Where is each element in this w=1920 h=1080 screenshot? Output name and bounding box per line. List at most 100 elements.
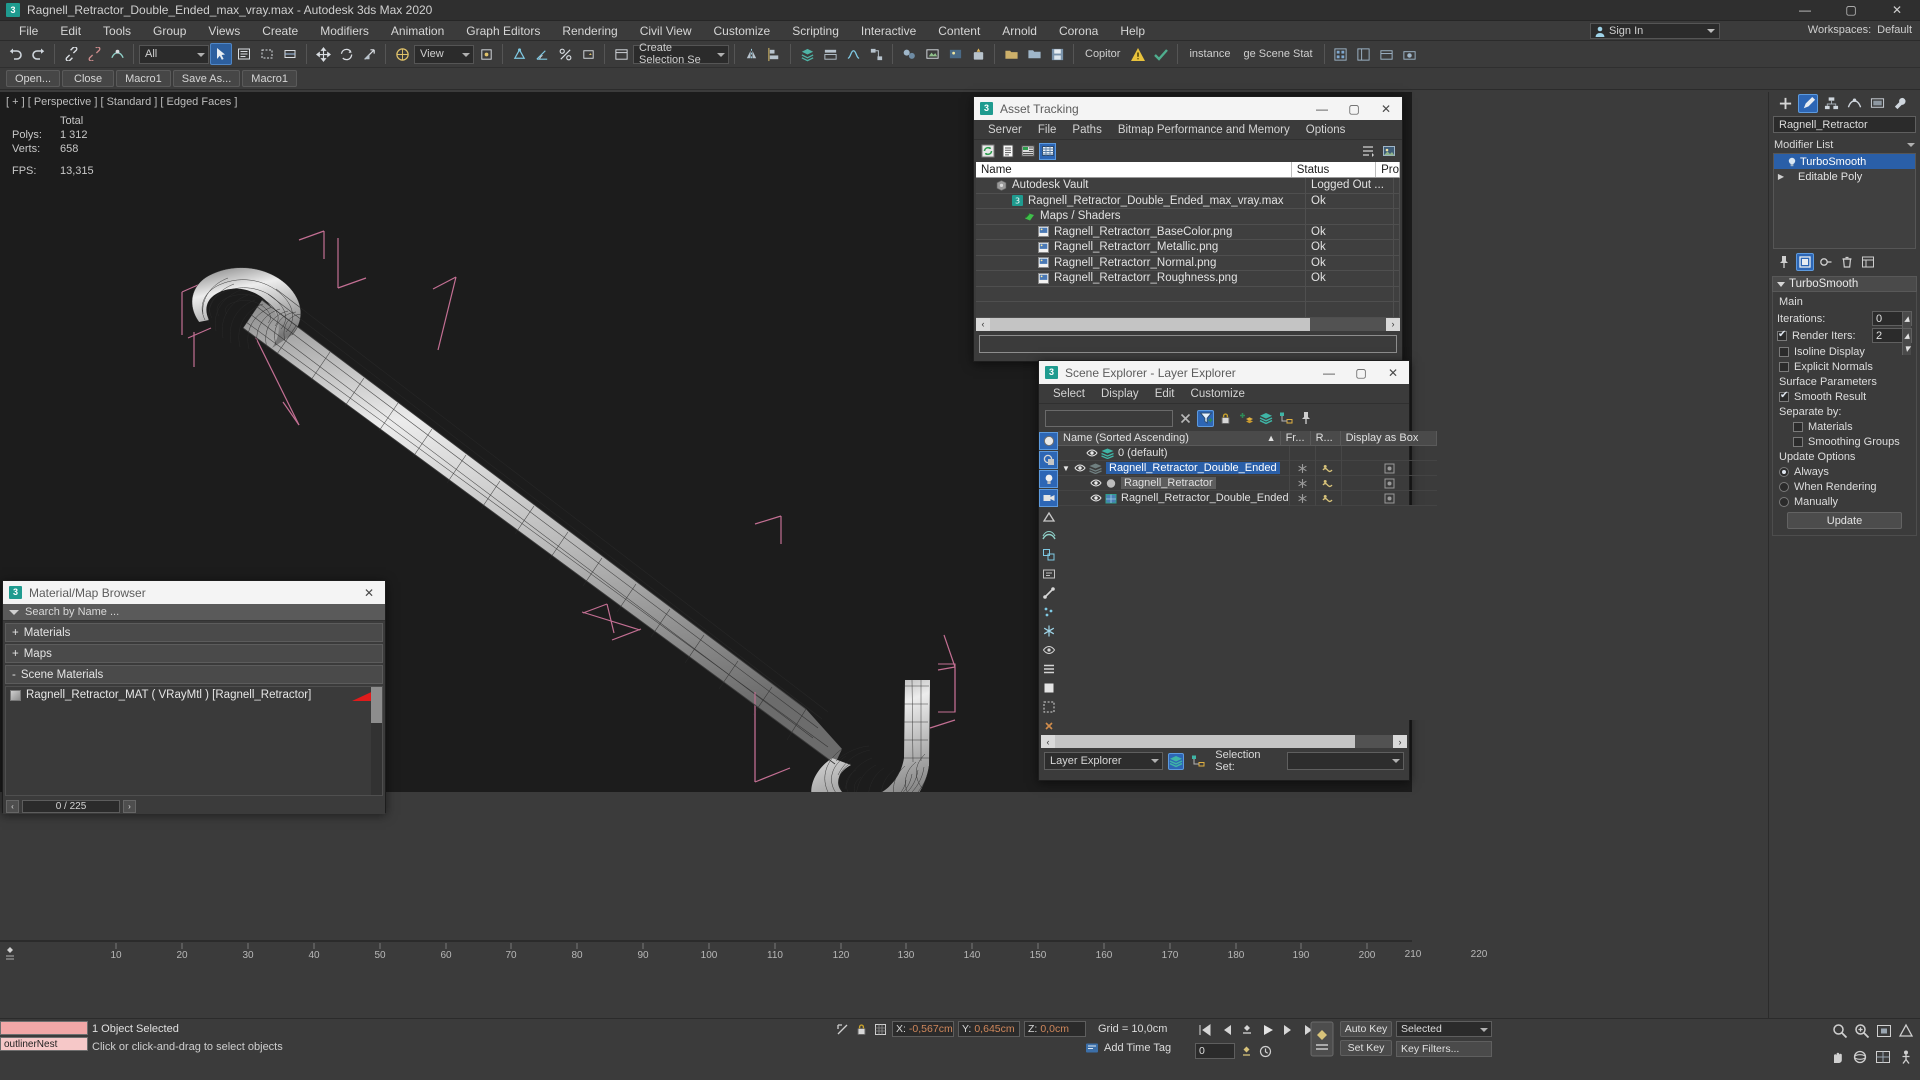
iterations-spinner[interactable]: 0 ▴▾ bbox=[1872, 311, 1912, 338]
asset-tracking-titlebar[interactable]: 3 Asset Tracking — ▢ ✕ bbox=[974, 97, 1402, 120]
rectangular-select-button[interactable] bbox=[256, 43, 278, 65]
workspaces-control[interactable]: Workspaces: Default bbox=[1808, 24, 1912, 36]
stack-expander-1[interactable]: ▶ bbox=[1776, 172, 1786, 181]
scene-explorer-empty-area[interactable] bbox=[1058, 506, 1437, 720]
material-search-input[interactable]: Search by Name ... bbox=[25, 606, 119, 618]
scene-explorer-list[interactable]: Name (Sorted Ascending) ▲ Fr... R... Dis… bbox=[1058, 431, 1437, 735]
filter-spacewarps-icon[interactable] bbox=[1039, 527, 1058, 545]
open-button[interactable]: Open... bbox=[6, 70, 61, 87]
menu-scripting[interactable]: Scripting bbox=[781, 21, 850, 41]
material-map-browser-window[interactable]: 3 Material/Map Browser ✕ Search by Name … bbox=[2, 580, 386, 814]
always-row[interactable]: Always bbox=[1779, 466, 1912, 478]
se-row-frozen-3[interactable] bbox=[1288, 490, 1315, 506]
turbosmooth-rollout-header[interactable]: TurboSmooth bbox=[1772, 276, 1917, 292]
modifier-stack-item-editablepoly[interactable]: ▶ Editable Poly bbox=[1774, 169, 1915, 184]
at-col-name[interactable]: Name bbox=[976, 162, 1292, 177]
layer-manager-icon[interactable] bbox=[1330, 43, 1352, 65]
menu-animation[interactable]: Animation bbox=[380, 21, 455, 41]
window-crossing-button[interactable] bbox=[279, 43, 301, 65]
tab-create[interactable] bbox=[1775, 94, 1795, 113]
refresh-icon[interactable] bbox=[979, 143, 996, 160]
se-row-render-0[interactable] bbox=[1314, 445, 1341, 461]
listener-output-row[interactable] bbox=[0, 1021, 88, 1035]
go-to-start-button[interactable] bbox=[1195, 1021, 1214, 1039]
se-row-box-1[interactable] bbox=[1340, 460, 1437, 476]
save-file-button[interactable] bbox=[1046, 43, 1068, 65]
se-row-box-2[interactable] bbox=[1340, 475, 1437, 491]
table-row[interactable]: ▼ Ragnell_Retractor_Double_Ended bbox=[1058, 460, 1437, 476]
z-coordinate-field[interactable]: Z: 0,0cm bbox=[1024, 1021, 1086, 1037]
lightbulb-icon[interactable] bbox=[1786, 156, 1798, 168]
table-row[interactable]: 3 Ragnell_Retractor_Double_Ended_max_vra… bbox=[976, 193, 1400, 209]
at-col-status[interactable]: Status bbox=[1292, 162, 1377, 177]
at-menu-options[interactable]: Options bbox=[1298, 120, 1354, 140]
angle-snap-button[interactable] bbox=[531, 43, 553, 65]
menu-group[interactable]: Group bbox=[142, 21, 197, 41]
orbit-icon[interactable] bbox=[1852, 1049, 1868, 1065]
menu-modifiers[interactable]: Modifiers bbox=[309, 21, 380, 41]
table-row[interactable]: Ragnell_Retractor_Double_Ended bbox=[1058, 490, 1437, 506]
eye-icon[interactable] bbox=[1090, 493, 1102, 503]
macro1b-button[interactable]: Macro1 bbox=[242, 70, 297, 87]
filter-helpers-icon[interactable] bbox=[1039, 508, 1058, 526]
lock-selection-icon[interactable] bbox=[854, 1022, 869, 1037]
manually-row[interactable]: Manually bbox=[1779, 496, 1912, 508]
filter-frozen-icon[interactable] bbox=[1039, 622, 1058, 640]
pin-icon[interactable] bbox=[1297, 410, 1314, 427]
menu-customize[interactable]: Customize bbox=[703, 21, 782, 41]
schematic-view-button[interactable] bbox=[865, 43, 887, 65]
menu-create[interactable]: Create bbox=[251, 21, 309, 41]
se-menu-select[interactable]: Select bbox=[1045, 384, 1093, 404]
filter-geometry-icon[interactable] bbox=[1039, 432, 1058, 450]
check-icon[interactable] bbox=[1150, 43, 1172, 65]
asset-tracking-minimize[interactable]: — bbox=[1306, 97, 1338, 120]
container-icon[interactable] bbox=[1376, 43, 1398, 65]
group-scene-materials[interactable]: - Scene Materials bbox=[5, 665, 383, 684]
scale-tool-button[interactable] bbox=[358, 43, 380, 65]
se-row-render-3[interactable] bbox=[1314, 490, 1341, 506]
selection-set-combo[interactable] bbox=[1287, 752, 1404, 770]
eye-icon[interactable] bbox=[1086, 448, 1098, 458]
filter-list-icon[interactable] bbox=[1039, 660, 1058, 678]
se-col-frozen[interactable]: Fr... bbox=[1281, 431, 1311, 445]
menu-rendering[interactable]: Rendering bbox=[551, 21, 628, 41]
scene-explorer-hscrollbar[interactable]: ‹ › bbox=[1041, 735, 1407, 748]
tab-hierarchy[interactable] bbox=[1821, 94, 1841, 113]
at-menu-file[interactable]: File bbox=[1030, 120, 1065, 140]
select-by-name-button[interactable] bbox=[233, 43, 255, 65]
remove-modifier-icon[interactable] bbox=[1838, 253, 1856, 271]
filter-icon[interactable] bbox=[1197, 409, 1214, 427]
toggle-scene-explorer-icon[interactable] bbox=[1353, 43, 1375, 65]
save-as-button[interactable]: Save As... bbox=[172, 70, 241, 87]
table-row[interactable]: Autodesk Vault Logged Out ... bbox=[976, 178, 1400, 194]
sign-in-button[interactable]: Sign In bbox=[1590, 23, 1720, 39]
asset-tracking-close[interactable]: ✕ bbox=[1370, 97, 1402, 120]
close-button-q[interactable]: Close bbox=[62, 70, 115, 87]
filter-box-icon[interactable] bbox=[1039, 679, 1058, 697]
hierarchy-toggle-icon[interactable] bbox=[1189, 753, 1206, 770]
scene-explorer-minimize[interactable]: — bbox=[1313, 361, 1345, 384]
menu-tools[interactable]: Tools bbox=[92, 21, 142, 41]
macro1-button[interactable]: Macro1 bbox=[116, 70, 171, 87]
modifier-list-dropdown[interactable]: Modifier List bbox=[1769, 135, 1920, 153]
tab-motion[interactable] bbox=[1844, 94, 1864, 113]
minimize-button[interactable]: — bbox=[1782, 0, 1828, 21]
asset-tracking-maximize[interactable]: ▢ bbox=[1338, 97, 1370, 120]
grid-snap-icon[interactable] bbox=[873, 1022, 888, 1037]
tab-utilities[interactable] bbox=[1890, 94, 1910, 113]
table-row[interactable]: Maps / Shaders bbox=[976, 209, 1400, 225]
current-frame-field[interactable]: 0 bbox=[1195, 1043, 1235, 1059]
se-row-box-3[interactable] bbox=[1340, 490, 1437, 506]
rotate-tool-button[interactable] bbox=[335, 43, 357, 65]
smoothing-groups-checkbox[interactable] bbox=[1793, 437, 1803, 447]
open-file-button[interactable] bbox=[1023, 43, 1045, 65]
project-folder-button[interactable] bbox=[1000, 43, 1022, 65]
table-row[interactable]: Ragnell_Retractorr_Normal.png Ok bbox=[976, 255, 1400, 271]
x-coordinate-field[interactable]: X: -0,567cm bbox=[892, 1021, 954, 1037]
when-rendering-row[interactable]: When Rendering bbox=[1779, 481, 1912, 493]
maximize-button[interactable]: ▢ bbox=[1828, 0, 1874, 21]
se-row-box-0[interactable] bbox=[1340, 445, 1437, 461]
track-bar[interactable]: 10 20 30 40 50 60 70 80 90 100 110 120 1… bbox=[0, 940, 1412, 966]
group-materials[interactable]: + Materials bbox=[5, 623, 383, 642]
align-button[interactable] bbox=[763, 43, 785, 65]
